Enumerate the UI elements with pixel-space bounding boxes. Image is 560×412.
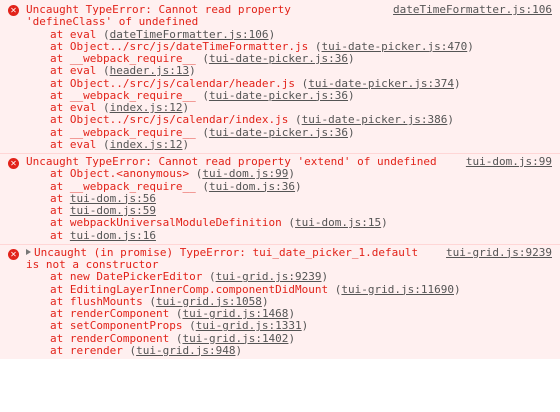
stack-frame-function: at Object../src/js/calendar/index.js xyxy=(50,113,296,127)
stack-frame-location-link[interactable]: dateTimeFormatter.js:106 xyxy=(110,28,269,41)
stack-trace: at eval (dateTimeFormatter.js:106) at Obj… xyxy=(26,27,552,152)
error-icon: ✕ xyxy=(8,248,19,260)
stack-frame-function: at webpackUniversalModuleDefinition xyxy=(50,216,289,230)
stack-frame: at eval (index.js:12) xyxy=(26,137,552,151)
stack-frame-function: at Object.<anonymous> xyxy=(50,167,196,181)
error-source-link[interactable]: tui-grid.js:9239 xyxy=(446,246,552,259)
stack-frame-function: at renderComponent xyxy=(50,331,176,345)
stack-frame-function: at __webpack_require__ xyxy=(50,52,203,65)
paren: ) xyxy=(348,88,355,102)
paren: ) xyxy=(454,282,461,296)
paren: ( xyxy=(149,294,156,308)
paren: ) xyxy=(189,64,196,78)
stack-frame-function: at eval xyxy=(50,101,103,114)
paren: ( xyxy=(102,64,110,78)
stack-trace: at Object.<anonymous> (tui-dom.js:99) at … xyxy=(26,168,552,242)
paren: ) xyxy=(454,76,461,90)
paren: ) xyxy=(467,39,474,53)
paren: ) xyxy=(348,52,355,65)
paren: ) xyxy=(381,216,388,230)
error-icon: ✕ xyxy=(8,5,19,16)
paren: ) xyxy=(182,137,190,151)
stack-frame-function: at new DatePickerEditor xyxy=(50,270,209,284)
paren: ) xyxy=(268,27,276,41)
paren: ) xyxy=(348,125,355,139)
stack-frame-function: at __webpack_require__ xyxy=(50,179,203,193)
paren: ( xyxy=(102,27,110,41)
console-error-entry: ✕ Uncaught (in promise) TypeError: tui_d… xyxy=(0,243,560,359)
stack-frame-function: at flushMounts xyxy=(50,294,150,308)
paren: ( xyxy=(314,39,322,53)
paren: ( xyxy=(202,125,209,139)
stack-trace: at new DatePickerEditor (tui-grid.js:923… xyxy=(26,271,552,357)
stack-frame-location-link[interactable]: tui-date-picker.js:470 xyxy=(322,40,468,53)
paren: ) xyxy=(261,294,269,308)
paren: ( xyxy=(189,319,196,333)
paren: ( xyxy=(202,52,209,65)
paren: ( xyxy=(295,113,302,127)
stack-frame-function: at xyxy=(50,191,70,205)
stack-frame-location-link[interactable]: tui-grid.js:1402 xyxy=(182,332,288,345)
stack-frame-function: at __webpack_require__ xyxy=(50,125,203,139)
stack-frame-function: at eval xyxy=(50,64,103,78)
stack-frame-location-link[interactable]: tui-dom.js:36 xyxy=(209,180,295,193)
stack-frame-location-link[interactable]: tui-date-picker.js:386 xyxy=(302,113,448,126)
stack-frame-location-link[interactable]: tui-grid.js:1331 xyxy=(196,319,302,332)
stack-frame-location-link[interactable]: tui-dom.js:15 xyxy=(295,216,381,229)
stack-frame-location-link[interactable]: tui-grid.js:1468 xyxy=(182,307,288,320)
stack-frame-location-link[interactable]: index.js:12 xyxy=(110,101,183,114)
paren: ) xyxy=(182,101,190,114)
stack-frame-function: at Object../src/js/calendar/header.js xyxy=(50,76,302,90)
stack-frame-function: at xyxy=(50,204,70,217)
stack-frame-function: at rerender xyxy=(50,343,130,357)
stack-frame: at rerender (tui-grid.js:948) xyxy=(26,343,552,357)
stack-frame: at tui-dom.js:16 xyxy=(26,228,552,242)
stack-frame-location-link[interactable]: tui-dom.js:59 xyxy=(70,204,156,217)
stack-frame-location-link[interactable]: tui-grid.js:1058 xyxy=(156,295,262,308)
console-panel: ✕ Uncaught TypeError: Cannot read proper… xyxy=(0,0,560,412)
stack-frame-location-link[interactable]: tui-grid.js:9239 xyxy=(216,270,322,283)
stack-frame-location-link[interactable]: tui-dom.js:16 xyxy=(70,229,156,242)
paren: ( xyxy=(202,88,209,102)
stack-frame-function: at xyxy=(50,228,70,242)
paren: ( xyxy=(202,179,209,193)
paren: ( xyxy=(102,137,110,151)
stack-frame-location-link[interactable]: tui-dom.js:56 xyxy=(70,192,156,205)
stack-frame-function: at eval xyxy=(50,27,103,41)
paren: ) xyxy=(301,319,309,333)
stack-frame-location-link[interactable]: tui-date-picker.js:36 xyxy=(209,126,348,139)
paren: ) xyxy=(295,179,302,193)
stack-frame-location-link[interactable]: tui-date-picker.js:36 xyxy=(209,52,348,65)
stack-frame-location-link[interactable]: tui-date-picker.js:36 xyxy=(209,89,348,102)
error-source-link[interactable]: dateTimeFormatter.js:106 xyxy=(393,3,552,16)
paren: ) xyxy=(288,167,296,181)
paren: ) xyxy=(447,113,454,127)
stack-frame-function: at eval xyxy=(50,137,103,151)
stack-frame-location-link[interactable]: tui-date-picker.js:374 xyxy=(308,77,454,90)
stack-frame-function: at EditingLayerInnerComp.componentDidMou… xyxy=(50,282,335,296)
paren: ( xyxy=(208,270,216,284)
stack-frame-location-link[interactable]: tui-grid.js:11690 xyxy=(341,283,454,296)
paren: ) xyxy=(288,307,296,320)
error-message[interactable]: Uncaught (in promise) TypeError: tui_dat… xyxy=(34,246,418,259)
stack-frame-function: at renderComponent xyxy=(50,307,176,320)
paren: ( xyxy=(102,101,110,114)
paren: ) xyxy=(321,270,329,284)
error-icon: ✕ xyxy=(8,158,19,169)
stack-frame-location-link[interactable]: tui-dom.js:99 xyxy=(202,167,288,180)
console-error-entry: ✕ Uncaught TypeError: Cannot read proper… xyxy=(0,0,560,153)
paren: ) xyxy=(288,331,296,345)
paren: ) xyxy=(235,343,243,357)
error-source-link[interactable]: tui-dom.js:99 xyxy=(466,155,552,168)
console-error-entry: ✕ Uncaught TypeError: Cannot read proper… xyxy=(0,153,560,244)
stack-frame-location-link[interactable]: index.js:12 xyxy=(110,138,183,151)
stack-frame-function: at Object../src/js/dateTimeFormatter.js xyxy=(50,39,315,53)
stack-frame-location-link[interactable]: header.js:13 xyxy=(110,64,189,77)
expand-triangle-icon[interactable] xyxy=(26,248,31,255)
stack-frame-function: at __webpack_require__ xyxy=(50,88,203,102)
stack-frame-function: at setComponentProps xyxy=(50,319,190,333)
stack-frame-location-link[interactable]: tui-grid.js:948 xyxy=(136,344,235,357)
